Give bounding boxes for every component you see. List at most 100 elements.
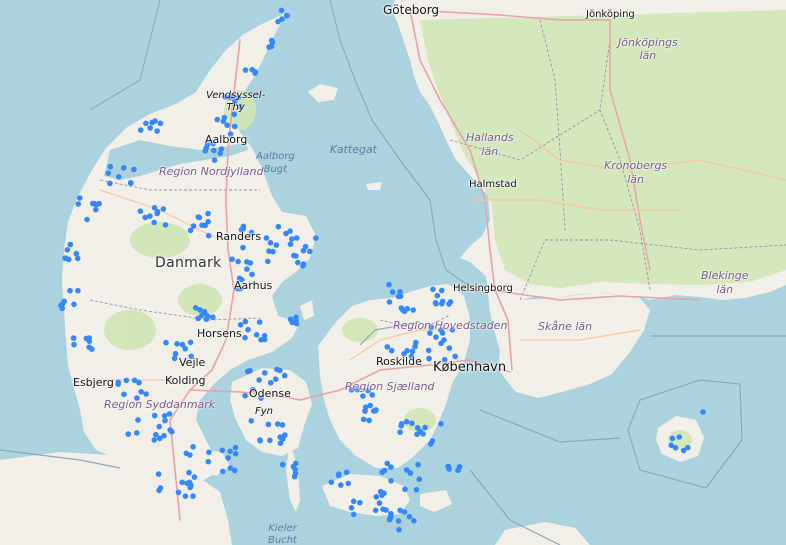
location-marker[interactable]	[96, 200, 102, 207]
location-marker[interactable]	[237, 322, 244, 328]
location-marker[interactable]	[231, 467, 238, 474]
location-marker[interactable]	[446, 301, 452, 307]
location-marker[interactable]	[157, 120, 164, 127]
location-marker[interactable]	[147, 125, 153, 131]
location-marker[interactable]	[430, 286, 436, 293]
location-marker[interactable]	[258, 395, 264, 401]
location-marker[interactable]	[445, 463, 451, 470]
location-marker[interactable]	[220, 118, 227, 125]
location-marker[interactable]	[452, 353, 459, 360]
location-marker[interactable]	[125, 431, 131, 437]
location-marker[interactable]	[350, 498, 357, 505]
location-marker[interactable]	[404, 305, 411, 312]
location-marker[interactable]	[426, 355, 432, 362]
location-marker[interactable]	[131, 166, 137, 173]
location-marker[interactable]	[244, 259, 250, 265]
location-marker[interactable]	[187, 339, 194, 346]
location-marker[interactable]	[386, 299, 393, 305]
location-marker[interactable]	[357, 499, 363, 506]
location-marker[interactable]	[253, 332, 260, 338]
location-marker[interactable]	[153, 431, 159, 438]
location-marker[interactable]	[404, 347, 410, 354]
location-marker[interactable]	[267, 437, 273, 444]
location-marker[interactable]	[381, 467, 388, 474]
location-marker[interactable]	[210, 140, 216, 147]
location-marker[interactable]	[335, 471, 342, 477]
location-marker[interactable]	[700, 409, 706, 415]
location-marker[interactable]	[438, 340, 444, 347]
location-marker[interactable]	[59, 301, 66, 307]
location-marker[interactable]	[293, 460, 299, 467]
map-view[interactable]: Göteborg Jönköping Jönköpings län Vendsy…	[0, 0, 786, 545]
location-marker[interactable]	[235, 94, 242, 101]
location-marker[interactable]	[71, 301, 77, 308]
location-marker[interactable]	[205, 218, 211, 225]
location-marker[interactable]	[190, 444, 196, 450]
location-marker[interactable]	[162, 417, 168, 424]
location-marker[interactable]	[73, 250, 80, 257]
location-marker[interactable]	[439, 301, 445, 307]
location-marker[interactable]	[167, 427, 173, 433]
location-marker[interactable]	[388, 347, 395, 354]
location-marker[interactable]	[86, 338, 93, 345]
location-marker[interactable]	[348, 387, 355, 393]
location-marker[interactable]	[156, 487, 162, 494]
location-marker[interactable]	[438, 287, 445, 294]
location-marker[interactable]	[137, 208, 144, 214]
location-marker[interactable]	[267, 379, 274, 386]
location-marker[interactable]	[227, 93, 234, 100]
location-marker[interactable]	[232, 444, 239, 451]
location-marker[interactable]	[231, 123, 238, 130]
location-marker[interactable]	[403, 418, 410, 425]
location-marker[interactable]	[328, 479, 335, 486]
location-marker[interactable]	[151, 437, 157, 443]
location-marker[interactable]	[407, 470, 414, 476]
location-marker[interactable]	[291, 473, 298, 480]
location-marker[interactable]	[184, 480, 190, 487]
location-marker[interactable]	[284, 12, 290, 19]
location-marker[interactable]	[138, 389, 144, 395]
location-marker[interactable]	[427, 330, 433, 336]
location-marker[interactable]	[219, 447, 226, 454]
location-marker[interactable]	[433, 334, 439, 340]
location-marker[interactable]	[211, 157, 218, 163]
location-marker[interactable]	[398, 423, 405, 429]
location-marker[interactable]	[256, 377, 263, 383]
location-marker[interactable]	[439, 330, 446, 336]
location-marker[interactable]	[71, 341, 77, 348]
location-marker[interactable]	[263, 235, 270, 241]
location-marker[interactable]	[415, 461, 421, 468]
location-marker[interactable]	[293, 253, 299, 259]
location-marker[interactable]	[402, 486, 408, 493]
location-marker[interactable]	[379, 492, 385, 498]
location-marker[interactable]	[242, 392, 248, 399]
location-marker[interactable]	[262, 370, 268, 376]
location-marker[interactable]	[231, 111, 237, 118]
location-marker[interactable]	[279, 16, 285, 22]
location-marker[interactable]	[64, 247, 71, 253]
location-marker[interactable]	[211, 147, 217, 154]
location-marker[interactable]	[93, 206, 99, 213]
location-marker[interactable]	[227, 131, 234, 137]
location-marker[interactable]	[242, 334, 248, 341]
location-marker[interactable]	[277, 440, 284, 447]
location-marker[interactable]	[136, 379, 142, 386]
location-marker[interactable]	[267, 240, 274, 246]
location-marker[interactable]	[287, 316, 294, 323]
location-marker[interactable]	[187, 452, 193, 458]
location-marker[interactable]	[373, 407, 379, 413]
location-marker[interactable]	[166, 411, 173, 417]
location-marker[interactable]	[409, 420, 415, 427]
location-marker[interactable]	[397, 289, 403, 295]
location-marker[interactable]	[441, 356, 448, 363]
location-marker[interactable]	[199, 222, 205, 228]
location-marker[interactable]	[156, 423, 162, 430]
location-marker[interactable]	[413, 339, 419, 346]
location-marker[interactable]	[154, 210, 160, 217]
location-marker[interactable]	[417, 428, 424, 435]
location-marker[interactable]	[266, 44, 272, 50]
location-marker[interactable]	[206, 449, 212, 456]
location-marker[interactable]	[135, 417, 141, 423]
location-marker[interactable]	[147, 213, 153, 219]
location-marker[interactable]	[151, 204, 158, 211]
